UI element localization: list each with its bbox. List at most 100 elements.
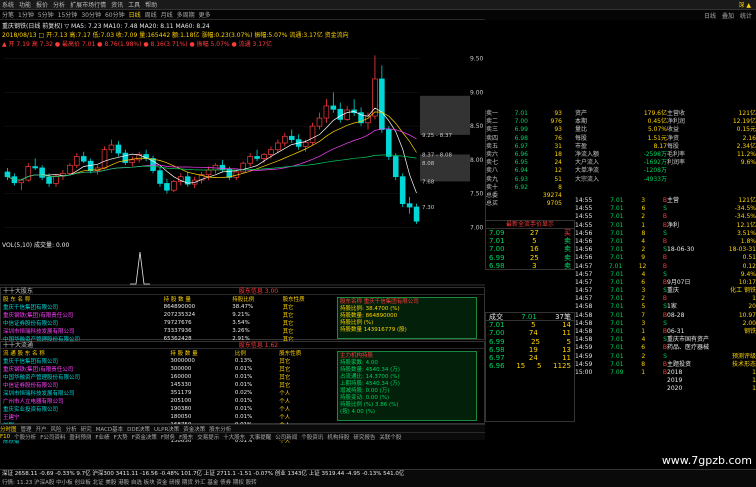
- volume-chart[interactable]: [0, 248, 485, 286]
- tabs2-tab-1[interactable]: 个股分析: [14, 433, 36, 441]
- table-row[interactable]: 中国华融资产管理股份有限公司 160000 0.01% 其它: [1, 373, 331, 381]
- info-label: 2020: [667, 385, 683, 393]
- menu-item-4[interactable]: 扩展市场行情: [70, 0, 106, 9]
- fund-row: 净资 2.16: [667, 135, 756, 143]
- tabs2-tab-13[interactable]: 个股资讯: [301, 433, 323, 441]
- tabs2-tab-15[interactable]: 研究报告: [353, 433, 375, 441]
- price-tick-label: 9.50: [470, 56, 484, 63]
- period-1[interactable]: 1分钟: [18, 10, 34, 19]
- tabs1-tab-4[interactable]: 分析: [66, 425, 77, 433]
- menu-right[interactable]: 深 ▲: [738, 0, 751, 9]
- tabs1-tab-2[interactable]: 开户: [36, 425, 47, 433]
- candle-body: [46, 177, 52, 184]
- tick-time: 14:59: [575, 360, 593, 368]
- tabs1-tab-8[interactable]: ULPR决策: [154, 425, 179, 433]
- menu-item-2[interactable]: 报价: [36, 0, 48, 9]
- menu-item-7[interactable]: 帮助: [145, 0, 157, 9]
- period-6[interactable]: 日线: [129, 10, 141, 19]
- table-cell: 其它: [279, 375, 291, 381]
- period-4[interactable]: 30分钟: [81, 10, 101, 19]
- stat-row: 大单净流 -1208万: [575, 167, 667, 175]
- period-7[interactable]: 周线: [145, 10, 157, 19]
- tabs2-tab-12[interactable]: 公司新闻: [275, 433, 297, 441]
- tabs1-tab-6[interactable]: MACD基本: [96, 425, 124, 433]
- table-row[interactable]: 重庆千信集团有限公司 3000000 0.13% 其它: [1, 357, 331, 365]
- tabs1-tab-7[interactable]: DDE决策: [127, 425, 150, 433]
- tick-list[interactable]: 14:55 7.01 3 B 14:55 7.01 6 S 14:55 7.01 2 B 14:55 7.…: [575, 197, 667, 427]
- info-value: 121亿: [738, 197, 756, 204]
- table-row[interactable]: 重庆实业投资有限公司 190380 0.01% 个人: [1, 405, 331, 413]
- table-row[interactable]: 重庆钢铁(集团)有限责任公司 207235324 9.21% 其它: [1, 311, 331, 319]
- menu-item-5[interactable]: 资讯: [111, 0, 123, 9]
- tabs2-tab-7[interactable]: F财务: [161, 433, 175, 441]
- tabs2-tab-14[interactable]: 机构持股: [327, 433, 349, 441]
- table-row[interactable]: 中信证券股份有限公司 79727676 3.54% 其它: [1, 319, 331, 327]
- table-row[interactable]: 王建宁 180050 0.01% 个人: [1, 413, 331, 421]
- tabs1-tab-1[interactable]: 管理: [21, 425, 32, 433]
- tick-time: 14:55: [575, 197, 593, 204]
- table-row[interactable]: 深圳市恒瑞科技发展有限公司 351179 0.02% 个人: [1, 389, 331, 397]
- menu-item-3[interactable]: 分析: [53, 0, 65, 9]
- tabs1-tab-3[interactable]: 风险: [51, 425, 62, 433]
- period-9[interactable]: 多周期: [177, 10, 195, 19]
- tabs2-tab-8[interactable]: F股东: [179, 433, 193, 441]
- tabs1-tab-0[interactable]: 分时图: [0, 425, 17, 433]
- fund-label: 每股: [667, 142, 680, 150]
- menu-item-6[interactable]: 工具: [128, 0, 140, 9]
- trade-price: 7.09: [489, 229, 505, 237]
- price-chart[interactable]: 9.50 9.00 8.50 8.00 7.50 7.00 9.25 - 8.37 8.37 …: [0, 48, 485, 238]
- tabs1-tab-9[interactable]: 资金决策: [183, 425, 205, 433]
- tabs2-tab-5[interactable]: F大势: [114, 433, 128, 441]
- chart-tool-1[interactable]: 叠加: [722, 11, 734, 20]
- table-row[interactable]: 广州市人立电器有限公司 205100 0.01% 个人: [1, 397, 331, 405]
- tabs1-tab-10[interactable]: 股东分析: [209, 425, 231, 433]
- table-cell: 个人: [279, 399, 291, 405]
- period-8[interactable]: 月线: [161, 10, 173, 19]
- table-row[interactable]: 中信证券股份有限公司 145330 0.01% 其它: [1, 381, 331, 389]
- tabs2-tab-9[interactable]: 交易提示: [197, 433, 219, 441]
- tick-row: 14:56 7.01 2 S: [575, 246, 667, 254]
- menu-item-1[interactable]: 功能: [19, 0, 31, 9]
- tabs2-tab-10[interactable]: 十大股东: [223, 433, 245, 441]
- info-value: 10.97: [738, 311, 756, 319]
- table-row[interactable]: 重庆钢铁(集团)有限责任公司 300000 0.01% 其它: [1, 365, 331, 373]
- tick-price: 7.01: [610, 344, 624, 352]
- period-0[interactable]: 分笔: [2, 10, 14, 19]
- tabs2-tab-3[interactable]: 盈利预测: [69, 433, 91, 441]
- period-5[interactable]: 60分钟: [105, 10, 125, 19]
- tabs2-tab-11[interactable]: 大事提醒: [249, 433, 271, 441]
- trade-vol: 27: [529, 229, 539, 237]
- tabs2-tab-6[interactable]: F资金决策: [132, 433, 157, 441]
- period-3[interactable]: 15分钟: [58, 10, 78, 19]
- order-sum-value: 9705: [546, 200, 562, 208]
- period-2[interactable]: 5分钟: [38, 10, 54, 19]
- order-row: 卖二 7.00 976: [486, 118, 575, 126]
- tick-time: 14:58: [575, 336, 593, 344]
- tabs2-tab-4[interactable]: F业绩: [95, 433, 109, 441]
- tick-time: 15:00: [575, 368, 593, 376]
- period-10[interactable]: 更多: [199, 10, 211, 19]
- tabs2-tab-16[interactable]: 关联个股: [379, 433, 401, 441]
- fund-label: 收益: [667, 126, 680, 134]
- box-line: 上期持股: 4540.34 (万): [340, 381, 400, 387]
- info-value: 预测评级: [731, 352, 756, 360]
- tabs2-tab-2[interactable]: F公司资料: [40, 433, 65, 441]
- market-tabs[interactable]: 行情: 11.23 沪深A股 中小板 创业板 北证 美股 港股 自选 板块 资金…: [0, 479, 756, 487]
- menu-item-0[interactable]: 系统: [2, 0, 14, 9]
- table-row[interactable]: 重庆千信集团有限公司 864890000 38.47% 其它: [1, 303, 331, 311]
- chart-tool-0[interactable]: 日线: [704, 11, 716, 20]
- tabs2-tab-0[interactable]: F10: [0, 434, 10, 440]
- info-row: 主题投资 技术形态: [667, 361, 756, 369]
- table-cell: 重庆钢铁(集团)有限责任公司: [3, 313, 74, 319]
- col-header: 流 通 股 东 名 称: [3, 351, 45, 357]
- table-cell: 中信证券股份有限公司: [3, 383, 59, 389]
- candle-body: [379, 78, 385, 130]
- table-row[interactable]: 深圳市恒瑞科技发展有限公司 73337936 3.26% 其它: [1, 327, 331, 335]
- menu-bar: 系统 功能 报价 分析 扩展市场行情 资讯 工具 帮助 深 ▲: [0, 0, 756, 10]
- tabs1-tab-5[interactable]: 研究: [81, 425, 92, 433]
- trade-detail-cell: 6.98: [489, 345, 505, 354]
- fund-value: 12.19亿: [732, 118, 756, 126]
- stat-value: 8.17: [653, 142, 667, 150]
- chart-tool-2[interactable]: 统计: [740, 11, 752, 20]
- box-line: 持股变动: 0.00 (%): [340, 395, 390, 401]
